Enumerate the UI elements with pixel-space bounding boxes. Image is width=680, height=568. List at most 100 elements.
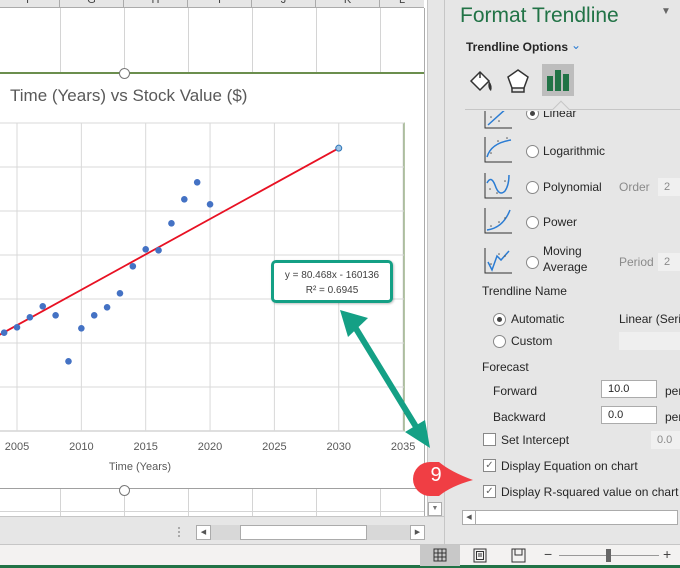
- data-point: [168, 220, 175, 227]
- set-intercept-checkbox[interactable]: [483, 433, 496, 446]
- custom-name-input[interactable]: [619, 332, 680, 350]
- display-r-squared-checkbox[interactable]: ✓: [483, 485, 496, 498]
- moving-label-line2: Average: [543, 260, 588, 274]
- trend-type-linear[interactable]: Linear: [445, 111, 680, 133]
- data-point: [52, 311, 59, 319]
- forward-input[interactable]: 10.0: [601, 380, 657, 398]
- x-tick-label: 2010: [69, 441, 93, 453]
- divider: [465, 109, 680, 110]
- resize-handle-top[interactable]: [119, 68, 130, 79]
- chart[interactable]: Time (Years) vs Stock Value ($) 2005 2010…: [0, 68, 424, 496]
- column-header[interactable]: K: [316, 0, 380, 8]
- resize-handle-bottom[interactable]: [119, 485, 130, 496]
- pane-title: Format Trendline: [460, 4, 619, 27]
- order-label: Order: [619, 180, 650, 194]
- power-label: Power: [543, 215, 578, 229]
- trend-type-power[interactable]: Power: [445, 206, 680, 238]
- scroll-left-button[interactable]: ◀: [196, 525, 211, 540]
- radio-power[interactable]: [526, 216, 539, 229]
- trendline-r-squared: R² = 0.6945: [305, 285, 359, 296]
- x-tick-label: 2005: [5, 441, 29, 453]
- period-label: Period: [619, 255, 654, 269]
- trend-type-moving-average[interactable]: Moving Average Period 2: [445, 242, 680, 278]
- radio-moving-average[interactable]: [526, 256, 539, 269]
- data-point: [65, 358, 72, 365]
- moving-average-trend-icon: [484, 248, 512, 274]
- chevron-down-icon[interactable]: ⌄: [571, 38, 581, 52]
- zoom-in-button[interactable]: +: [663, 546, 671, 562]
- x-tick-label: 2035: [391, 441, 415, 453]
- column-header[interactable]: H: [124, 0, 188, 8]
- trendline-end-handle: [335, 144, 343, 152]
- column-header[interactable]: L: [380, 0, 424, 8]
- x-tick-label: 2015: [133, 441, 157, 453]
- vertical-scrollbar[interactable]: [427, 0, 444, 516]
- page-layout-icon[interactable]: [460, 545, 500, 566]
- backward-label: Backward: [493, 410, 546, 424]
- backward-input[interactable]: 0.0: [601, 406, 657, 424]
- x-tick-label: 2025: [262, 441, 286, 453]
- x-axis-title[interactable]: Time (Years): [109, 461, 171, 473]
- data-point: [206, 201, 214, 208]
- page-break-preview-icon[interactable]: [498, 545, 538, 566]
- column-header[interactable]: F: [0, 0, 60, 8]
- zoom-slider-thumb[interactable]: [606, 549, 611, 562]
- scroll-right-button[interactable]: ▶: [410, 525, 425, 540]
- radio-linear[interactable]: [526, 111, 539, 120]
- set-intercept-label: Set Intercept: [501, 433, 570, 447]
- pane-content[interactable]: Linear Logarithmic Polynomial Order 2 Po…: [445, 111, 680, 506]
- trend-type-polynomial[interactable]: Polynomial Order 2: [445, 171, 680, 203]
- power-trend-icon: [484, 208, 512, 234]
- radio-logarithmic[interactable]: [526, 145, 539, 158]
- pane-horizontal-scrollbar[interactable]: ◀: [462, 510, 678, 525]
- horizontal-scroll-area: ◀ ▶: [0, 516, 444, 544]
- data-point: [39, 303, 47, 310]
- logarithmic-trend-icon: [484, 137, 512, 163]
- forward-unit: per: [665, 384, 680, 398]
- period-input[interactable]: 2: [658, 253, 680, 271]
- display-r-squared-label: Display R-squared value on chart: [501, 485, 679, 499]
- trendline-label[interactable]: y = 80.468x - 160136 R² = 0.6945: [271, 260, 393, 303]
- polynomial-trend-icon: [484, 173, 512, 199]
- zoom-out-button[interactable]: −: [544, 546, 552, 562]
- logarithmic-label: Logarithmic: [543, 144, 606, 158]
- trendline-name-heading: Trendline Name: [482, 284, 567, 298]
- radio-polynomial[interactable]: [526, 181, 539, 194]
- data-point: [129, 262, 137, 270]
- horizontal-scroll-thumb[interactable]: [240, 525, 367, 540]
- intercept-input[interactable]: 0.0: [651, 431, 680, 449]
- forecast-heading: Forecast: [482, 360, 529, 374]
- backward-unit: per: [665, 410, 680, 424]
- display-equation-label: Display Equation on chart: [501, 459, 638, 473]
- data-point: [193, 179, 201, 186]
- linear-trend-icon: [484, 111, 512, 129]
- sheet-tab-splitter[interactable]: [178, 527, 180, 537]
- order-input[interactable]: 2: [658, 178, 680, 196]
- trendline-options-label[interactable]: Trendline Options: [466, 40, 568, 54]
- data-point: [103, 303, 111, 311]
- data-point: [13, 324, 21, 331]
- trend-type-logarithmic[interactable]: Logarithmic: [445, 135, 680, 167]
- data-point: [116, 289, 124, 297]
- column-header[interactable]: I: [188, 0, 252, 8]
- bar-chart-icon[interactable]: [542, 64, 574, 96]
- sheet-edge: [424, 8, 425, 516]
- paint-bucket-icon[interactable]: [465, 64, 497, 96]
- column-header[interactable]: G: [60, 0, 124, 8]
- pane-scroll-left-button[interactable]: ◀: [463, 511, 476, 524]
- radio-custom-name[interactable]: [493, 335, 506, 348]
- data-point: [78, 325, 85, 332]
- forward-label: Forward: [493, 384, 538, 398]
- normal-view-icon[interactable]: [420, 545, 460, 566]
- radio-automatic-name[interactable]: [493, 313, 506, 326]
- pane-options-dropdown[interactable]: ▼: [661, 6, 671, 17]
- data-point: [26, 314, 34, 321]
- data-point: [181, 195, 188, 203]
- pentagon-icon[interactable]: [502, 64, 534, 96]
- display-equation-checkbox[interactable]: ✓: [483, 459, 496, 472]
- worksheet-area[interactable]: F G H I J K L Time (Years) vs Stock Valu…: [0, 0, 427, 516]
- scroll-down-button[interactable]: ▼: [428, 502, 442, 516]
- data-point: [155, 247, 162, 254]
- moving-label-line1: Moving: [543, 244, 582, 258]
- column-header[interactable]: J: [252, 0, 316, 8]
